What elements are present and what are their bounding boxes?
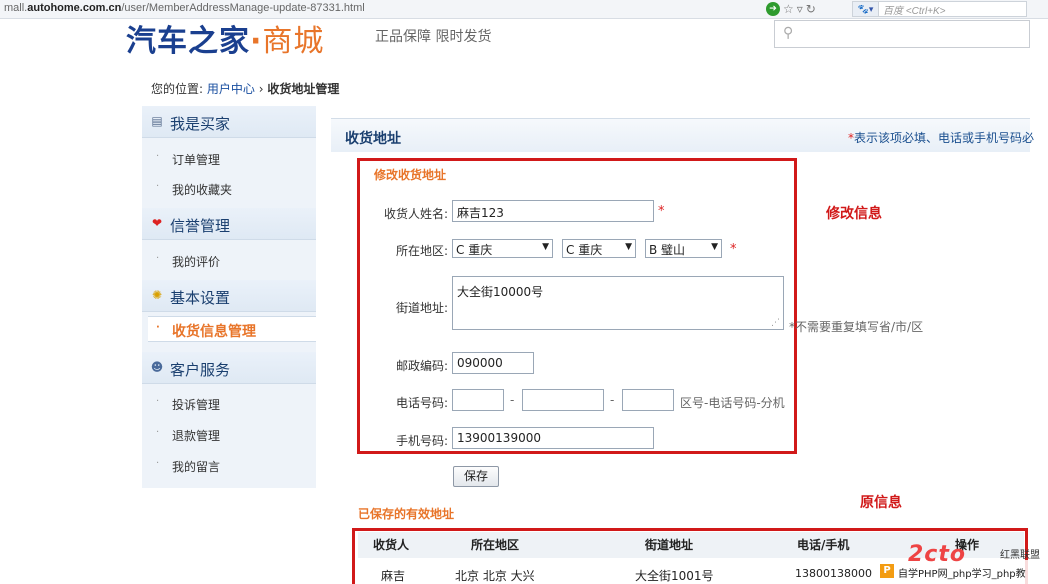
street-hint: *不需要重复填写省/市/区 (789, 320, 924, 334)
breadcrumb-separator: › (258, 82, 264, 96)
sidebar-item-complaints[interactable]: · 投诉管理 (142, 391, 316, 417)
sidebar-group-settings[interactable]: ✺ 基本设置 (142, 280, 316, 312)
panel-title: 收货地址 (345, 131, 401, 147)
watermark-site: 自学PHP网_php学习_php教 (898, 569, 1026, 580)
sidebar-item-messages[interactable]: · 我的留言 (142, 453, 316, 479)
site-search-input[interactable]: ⚲ (774, 20, 1030, 48)
phone-area-code-input[interactable] (452, 389, 504, 411)
sidebar: ▤ 我是买家 · 订单管理 · 我的收藏夹 ❤ 信誉管理 · 我的评价 ✺ 基本… (142, 106, 316, 488)
save-button[interactable]: 保存 (453, 466, 499, 487)
service-person-icon: ☻ (150, 360, 164, 374)
province-select[interactable]: C 重庆 ▼ (452, 239, 553, 258)
go-arrow-icon[interactable]: ➔ (766, 2, 780, 16)
column-header-street: 街道地址 (645, 538, 694, 552)
mobile-input[interactable]: 13900139000 (452, 427, 654, 449)
header-slogan: 正品保障 限时发货 (375, 29, 492, 45)
required-star: * (730, 242, 737, 257)
sidebar-item-orders[interactable]: · 订单管理 (142, 146, 316, 172)
phone-separator: - (510, 393, 515, 407)
resize-grip-icon[interactable]: ⋰ (771, 318, 780, 328)
chevron-down-icon: ▼ (711, 242, 718, 252)
panel-header: 收货地址 *表示该项必填、电话或手机号码必 (331, 118, 1034, 152)
phone-separator: - (610, 393, 615, 407)
saved-addresses-title: 已保存的有效地址 (358, 507, 455, 521)
region-label: 所在地区: (395, 244, 448, 258)
phone-hint: 区号-电话号码-分机 (680, 396, 785, 410)
table-cell-name: 麻吉 (381, 569, 406, 583)
district-select[interactable]: B 璧山 ▼ (645, 239, 722, 258)
watermark-tag: 红黑联盟 (1000, 550, 1040, 561)
sidebar-item-refunds[interactable]: · 退款管理 (142, 422, 316, 448)
url-text[interactable]: mall.autohome.com.cn/user/MemberAddressM… (4, 2, 365, 14)
phone-extension-input[interactable] (622, 389, 674, 411)
watermark-badge: P (880, 564, 894, 578)
sidebar-group-credit[interactable]: ❤ 信誉管理 (142, 208, 316, 240)
breadcrumb-link-user-center[interactable]: 用户中心 (207, 82, 255, 96)
sidebar-item-reviews[interactable]: · 我的评价 (142, 248, 316, 274)
annotation-original: 原信息 (860, 495, 902, 511)
reload-icon[interactable]: ↻ (806, 2, 816, 16)
column-header-recipient: 收货人 (373, 538, 410, 552)
recipient-name-input[interactable]: 麻吉123 (452, 200, 654, 222)
table-cell-street: 大全街1001号 (635, 569, 714, 583)
phone-label: 电话号码: (395, 396, 448, 410)
search-icon: ⚲ (783, 25, 794, 41)
notepad-icon: ▤ (151, 114, 163, 128)
street-address-textarea[interactable]: 大全街10000号 ⋰ (452, 276, 784, 330)
breadcrumb: 您的位置: 用户中心 › 收货地址管理 (151, 80, 339, 97)
browser-search-box[interactable]: 🐾▾ 百度 <Ctrl+K> (852, 1, 1027, 17)
site-logo[interactable]: 汽车之家·商城 (126, 16, 324, 60)
breadcrumb-prefix: 您的位置: (151, 82, 204, 96)
chevron-down-icon: ▼ (542, 242, 549, 252)
column-header-phone: 电话/手机 (797, 538, 850, 552)
breadcrumb-current: 收货地址管理 (267, 82, 340, 96)
mobile-label: 手机号码: (395, 434, 448, 448)
street-label: 街道地址: (395, 301, 448, 315)
required-star: * (658, 204, 665, 219)
sidebar-item-favorites[interactable]: · 我的收藏夹 (142, 176, 316, 202)
sidebar-group-service[interactable]: ☻ 客户服务 (142, 352, 316, 384)
heart-icon: ❤ (151, 216, 163, 230)
sidebar-item-shipping-info[interactable]: · 收货信息管理 (148, 316, 316, 342)
gear-icon: ✺ (151, 288, 163, 302)
search-engine-icon[interactable]: 🐾▾ (853, 2, 879, 16)
edit-address-title: 修改收货地址 (374, 168, 447, 182)
zip-code-input[interactable]: 090000 (452, 352, 534, 374)
zip-label: 邮政编码: (395, 359, 448, 373)
table-cell-phone: 13800138000 (795, 567, 872, 580)
annotation-modify: 修改信息 (826, 206, 882, 222)
watermark: 2cto 红黑联盟 P 自学PHP网_php学习_php教 (878, 542, 1040, 584)
browser-nav-icons: ➔ ☆ ▿ ↻ (766, 1, 816, 17)
sidebar-group-buyer[interactable]: ▤ 我是买家 (142, 106, 316, 138)
table-cell-region: 北京 北京 大兴 (455, 569, 535, 583)
chevron-down-icon: ▼ (625, 242, 632, 252)
name-label: 收货人姓名: (383, 207, 448, 221)
column-header-region: 所在地区 (471, 538, 520, 552)
bookmark-star-icon[interactable]: ☆ (783, 2, 794, 16)
phone-number-input[interactable] (522, 389, 604, 411)
city-select[interactable]: C 重庆 ▼ (562, 239, 636, 258)
required-note: *表示该项必填、电话或手机号码必 (848, 131, 1035, 145)
watermark-brand: 2cto (908, 542, 966, 567)
dropdown-arrow-icon[interactable]: ▿ (797, 2, 803, 16)
